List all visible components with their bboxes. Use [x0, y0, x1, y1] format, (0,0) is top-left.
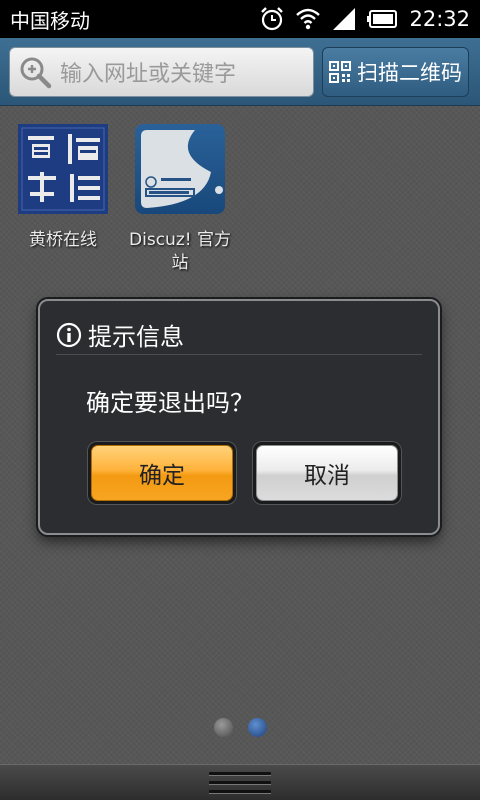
search-icon	[20, 57, 52, 89]
qr-code-icon	[329, 61, 351, 83]
page-dot-1[interactable]	[214, 718, 233, 737]
exit-confirm-dialog: 提示信息 确定要退出吗？ 确定 取消	[38, 299, 440, 535]
battery-icon	[367, 6, 398, 32]
search-input[interactable]: 输入网址或关键字	[9, 47, 314, 97]
scan-qr-label: 扫描二维码	[357, 61, 462, 85]
menu-icon[interactable]	[209, 769, 271, 797]
confirm-button-label: 确定	[91, 445, 233, 501]
carrier-name: 中国移动	[10, 8, 90, 33]
status-icons: 22:32	[259, 6, 470, 32]
scan-qr-button[interactable]: 扫描二维码	[322, 47, 469, 97]
cancel-button[interactable]: 取消	[252, 441, 402, 505]
dialog-message: 确定要退出吗？	[86, 389, 254, 417]
cancel-button-label: 取消	[256, 445, 398, 501]
signal-icon	[331, 6, 357, 32]
confirm-button[interactable]: 确定	[87, 441, 237, 505]
dialog-title-text: 提示信息	[88, 323, 184, 351]
page-indicator	[214, 718, 267, 737]
bottom-bar	[0, 764, 480, 800]
status-bar: 中国移动 22:32	[0, 0, 480, 38]
page-dot-2-active[interactable]	[248, 718, 267, 737]
alarm-icon	[259, 6, 285, 32]
info-icon	[56, 322, 82, 347]
wifi-icon	[295, 6, 321, 32]
status-time: 22:32	[409, 7, 470, 31]
browser-toolbar: 输入网址或关键字 扫描二维码	[0, 38, 480, 106]
search-placeholder: 输入网址或关键字	[60, 62, 237, 87]
dialog-title: 提示信息	[56, 315, 422, 355]
